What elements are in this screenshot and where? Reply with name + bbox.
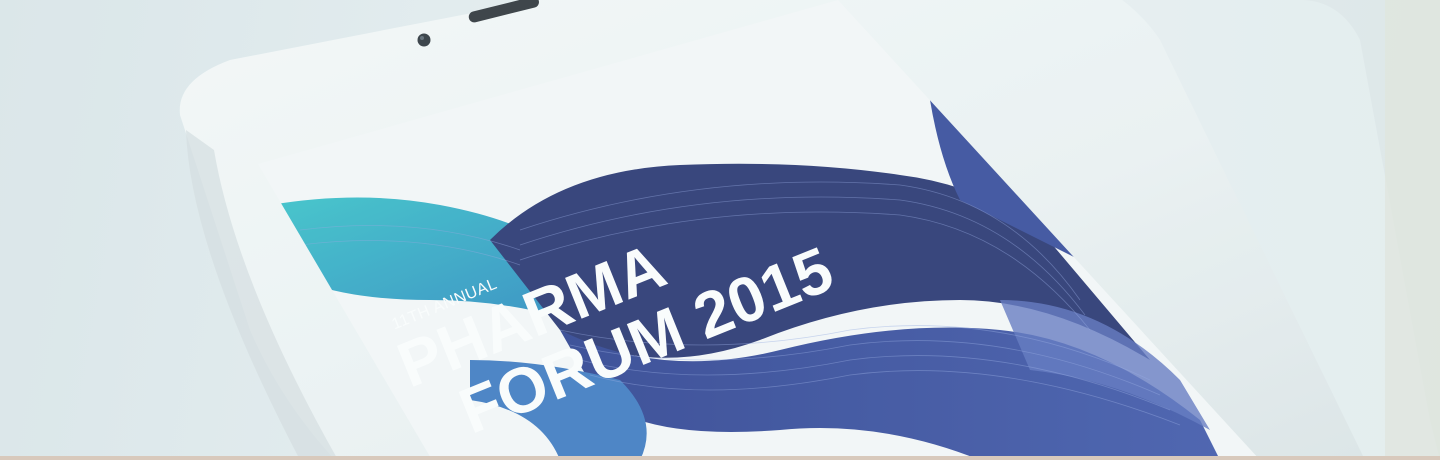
scene-svg: 11TH ANNUAL PHARMA FORUM 2015 — [0, 0, 1440, 460]
bottom-strip — [0, 456, 1440, 460]
photo-scene: 11TH ANNUAL PHARMA FORUM 2015 — [0, 0, 1440, 460]
